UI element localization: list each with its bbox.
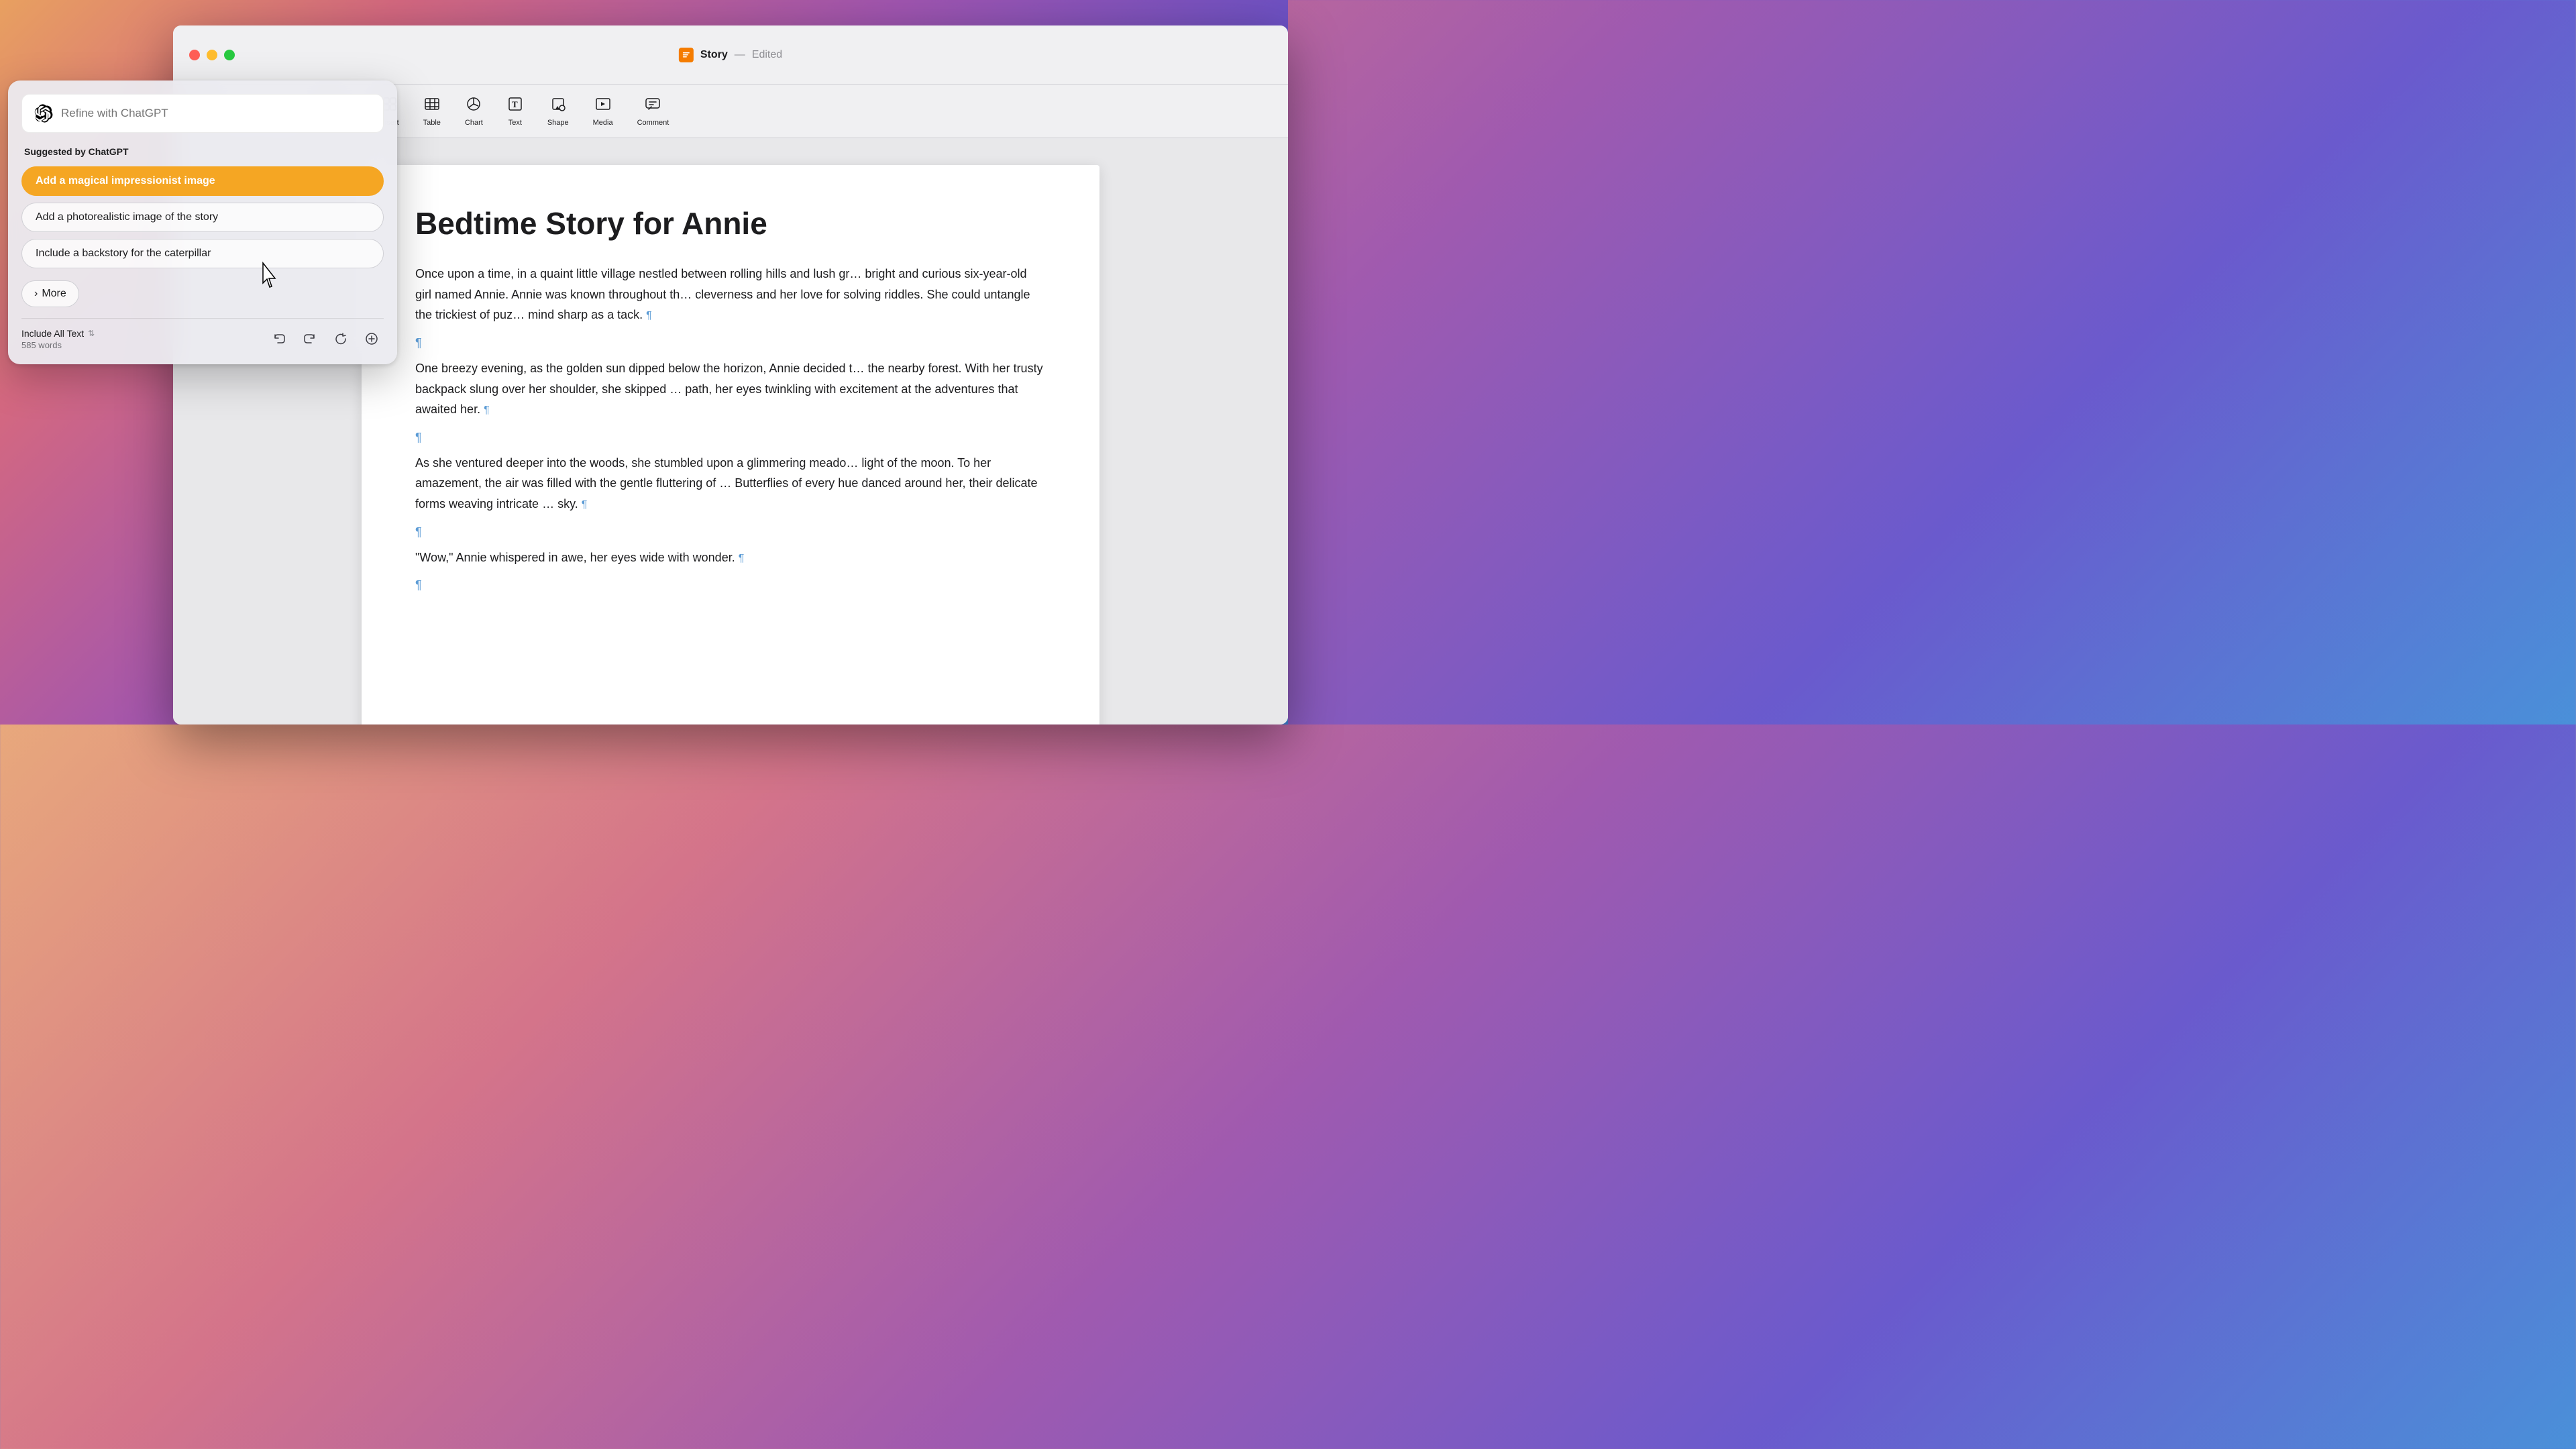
media-button[interactable]: Media — [584, 91, 623, 132]
refresh-button[interactable] — [329, 327, 353, 351]
document-page: Bedtime Story for Annie Once upon a time… — [362, 165, 1099, 724]
media-icon — [595, 96, 611, 116]
window-title: Story — [700, 49, 728, 61]
add-to-doc-button[interactable] — [360, 327, 384, 351]
document-title: Bedtime Story for Annie — [415, 205, 1046, 242]
paragraph-4: "Wow," Annie whispered in awe, her eyes … — [415, 547, 1046, 568]
comment-label: Comment — [637, 119, 669, 127]
pilcrow-break-4: ¶ — [415, 578, 1046, 592]
suggested-label: Suggested by ChatGPT — [21, 146, 384, 157]
comment-button[interactable]: Comment — [628, 91, 679, 132]
paragraph-3: As she ventured deeper into the woods, s… — [415, 453, 1046, 515]
paragraph-2: One breezy evening, as the golden sun di… — [415, 358, 1046, 420]
media-label: Media — [593, 119, 613, 127]
chart-button[interactable]: Chart — [455, 91, 492, 132]
panel-footer: Include All Text ⇅ 585 words — [21, 318, 384, 351]
text-label: Text — [508, 119, 522, 127]
shape-button[interactable]: Shape — [538, 91, 578, 132]
text-icon: T — [507, 96, 523, 116]
minimize-button[interactable] — [207, 50, 217, 60]
shape-icon — [550, 96, 566, 116]
pilcrow-break-1: ¶ — [415, 336, 1046, 350]
chatgpt-input-row[interactable] — [21, 94, 384, 133]
pilcrow-3: ¶ — [582, 499, 588, 511]
table-label: Table — [423, 119, 441, 127]
more-button[interactable]: › More — [21, 280, 79, 307]
maximize-button[interactable] — [224, 50, 235, 60]
shape-label: Shape — [547, 119, 569, 127]
include-all-chevron-icon: ⇅ — [88, 329, 95, 338]
chart-label: Chart — [465, 119, 483, 127]
suggestion-photorealistic-image[interactable]: Add a photorealistic image of the story — [21, 203, 384, 232]
suggestion-magical-image[interactable]: Add a magical impressionist image — [21, 166, 384, 196]
title-area: Story — Edited — [679, 48, 782, 62]
pilcrow-4: ¶ — [739, 553, 745, 564]
include-all-text[interactable]: Include All Text ⇅ — [21, 328, 95, 339]
paragraph-1: Once upon a time, in a quaint little vil… — [415, 264, 1046, 325]
text-button[interactable]: T Text — [498, 91, 533, 132]
chatgpt-refine-input[interactable] — [61, 107, 371, 120]
chatgpt-panel: Suggested by ChatGPT Add a magical impre… — [8, 80, 397, 364]
redo-button[interactable] — [298, 327, 322, 351]
svg-text:T: T — [512, 99, 518, 109]
table-icon — [424, 96, 440, 116]
suggestion-caterpillar-backstory[interactable]: Include a backstory for the caterpillar — [21, 239, 384, 268]
pilcrow-break-3: ¶ — [415, 525, 1046, 539]
pilcrow-1: ¶ — [646, 310, 652, 321]
more-chevron-icon: › — [34, 288, 38, 300]
chart-icon — [466, 96, 482, 116]
word-count: 585 words — [21, 340, 95, 350]
pilcrow-break-2: ¶ — [415, 431, 1046, 445]
comment-icon — [645, 96, 661, 116]
chatgpt-logo-icon — [34, 104, 53, 123]
titlebar: Story — Edited — [173, 25, 1288, 85]
suggestions-list: Add a magical impressionist image Add a … — [21, 166, 384, 275]
title-separator: — — [735, 49, 745, 61]
footer-actions — [267, 327, 384, 351]
undo-button[interactable] — [267, 327, 291, 351]
pilcrow-2: ¶ — [484, 405, 490, 416]
close-button[interactable] — [189, 50, 200, 60]
title-edited: Edited — [752, 49, 782, 61]
document-icon — [679, 48, 694, 62]
traffic-lights — [189, 50, 235, 60]
table-button[interactable]: Table — [414, 91, 450, 132]
